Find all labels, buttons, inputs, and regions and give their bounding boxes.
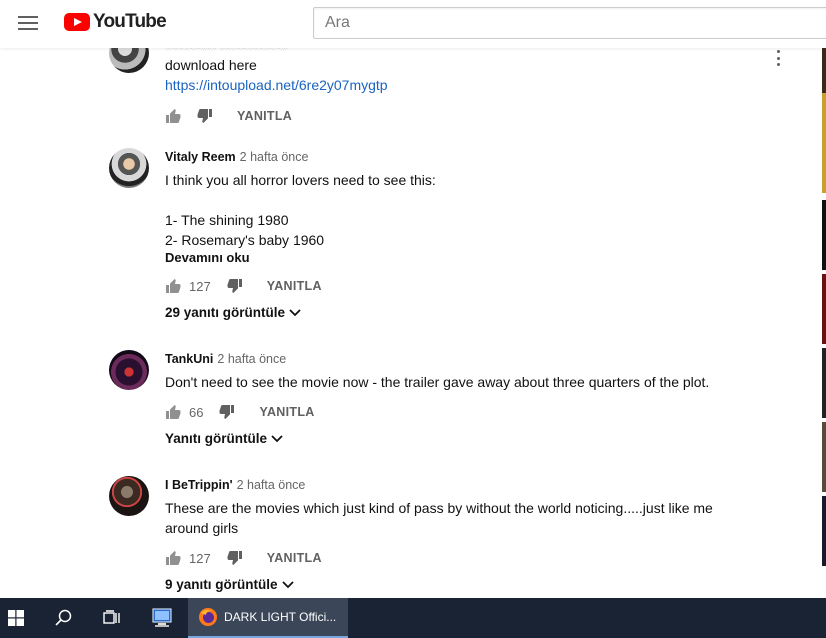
comment-line-blank [165, 190, 745, 210]
thumbs-down-icon[interactable] [219, 404, 235, 420]
comment-line: around girls [165, 520, 239, 536]
comment-line: 2- Rosemary's baby 1960 [165, 232, 325, 248]
comment-actions: 127 YANITLA [165, 276, 322, 296]
comment-time[interactable]: 2 hafta önce [217, 352, 286, 366]
comment-body: I think you all horror lovers need to se… [165, 170, 745, 250]
windows-taskbar: DARK LIGHT Offici... [0, 598, 826, 638]
youtube-page: ░░░░░░ ░░░░░░░░ download here https://in… [0, 0, 826, 638]
view-replies-button[interactable]: Yanıtı görüntüle [165, 431, 283, 446]
active-window-firefox[interactable]: DARK LIGHT Offici... [188, 598, 348, 638]
view-replies-button[interactable]: 9 yanıtı görüntüle [165, 577, 294, 592]
hamburger-menu-icon[interactable] [14, 11, 42, 35]
search-icon [55, 609, 72, 626]
comment-actions: 127 YANITLA [165, 548, 322, 568]
more-options-icon[interactable] [775, 50, 781, 66]
comment-body: These are the movies which just kind of … [165, 498, 745, 538]
task-view-button[interactable] [96, 598, 128, 638]
firefox-icon [199, 608, 217, 626]
reply-button[interactable]: YANITLA [267, 279, 322, 293]
comment-line: These are the movies which just kind of … [165, 500, 713, 516]
pinned-app-button[interactable] [146, 598, 178, 638]
chevron-down-icon [281, 580, 294, 588]
task-view-icon [103, 610, 120, 624]
comment-link[interactable]: https://intoupload.net/6re2y07mygtp [165, 77, 388, 93]
avatar[interactable] [109, 350, 149, 390]
author-name[interactable]: Vitaly Reem [165, 150, 236, 164]
thumbs-up-icon[interactable] [165, 550, 181, 566]
top-bar: YouTube Ara [0, 0, 826, 48]
logo-text: YouTube [93, 11, 167, 32]
comment-text: download here [165, 57, 257, 73]
windows-logo-icon [8, 610, 24, 626]
comment-time[interactable]: 2 hafta önce [240, 150, 309, 164]
network-app-icon [152, 608, 172, 627]
thumbs-up-icon[interactable] [165, 404, 181, 420]
comment-body: Don't need to see the movie now - the tr… [165, 372, 745, 392]
chevron-down-icon [271, 434, 283, 442]
like-count: 127 [189, 278, 211, 294]
reply-button[interactable]: YANITLA [237, 109, 292, 123]
youtube-logo[interactable]: YouTube [64, 11, 167, 33]
view-replies-label: 29 yanıtı görüntüle [165, 305, 286, 320]
thumbs-down-icon[interactable] [227, 278, 243, 294]
thumbs-down-icon[interactable] [197, 108, 213, 124]
comment-author[interactable]: Vitaly Reem 2 hafta önce [165, 150, 308, 164]
comment-line: I think you all horror lovers need to se… [165, 172, 436, 188]
reply-button[interactable]: YANITLA [259, 405, 314, 419]
comment-actions: YANITLA [165, 106, 292, 126]
read-more-link[interactable]: Devamını oku [165, 250, 250, 265]
reply-button[interactable]: YANITLA [267, 551, 322, 565]
avatar[interactable] [109, 476, 149, 516]
search-placeholder: Ara [325, 14, 350, 31]
comment-author[interactable]: I BeTrippin' 2 hafta önce [165, 478, 305, 492]
comment-time[interactable]: 2 hafta önce [237, 478, 306, 492]
comment-line: 1- The shining 1980 [165, 212, 289, 228]
recommended-thumbnails-strip[interactable] [822, 48, 826, 598]
comment-line: Don't need to see the movie now - the tr… [165, 374, 710, 390]
thumbs-up-icon[interactable] [165, 278, 181, 294]
like-count: 66 [189, 404, 204, 420]
like-count: 127 [189, 550, 211, 566]
avatar[interactable] [109, 148, 149, 188]
search-input[interactable]: Ara [313, 7, 826, 39]
author-name[interactable]: TankUni [165, 352, 213, 366]
chevron-down-icon [289, 308, 301, 316]
view-replies-label: Yanıtı görüntüle [165, 431, 268, 446]
search-taskbar-button[interactable] [48, 598, 80, 638]
active-window-title: DARK LIGHT Offici... [224, 610, 337, 624]
author-name[interactable]: I BeTrippin' [165, 478, 233, 492]
view-replies-label: 9 yanıtı görüntüle [165, 577, 278, 592]
play-logo-icon [64, 13, 90, 31]
comment-actions: 66 YANITLA [165, 402, 315, 422]
thumbs-down-icon[interactable] [227, 550, 243, 566]
comment-author[interactable]: TankUni 2 hafta önce [165, 352, 286, 366]
thumbs-up-icon[interactable] [165, 108, 181, 124]
start-button[interactable] [0, 598, 32, 638]
comments-section: ░░░░░░ ░░░░░░░░ download here https://in… [0, 0, 820, 598]
view-replies-button[interactable]: 29 yanıtı görüntüle [165, 305, 301, 320]
